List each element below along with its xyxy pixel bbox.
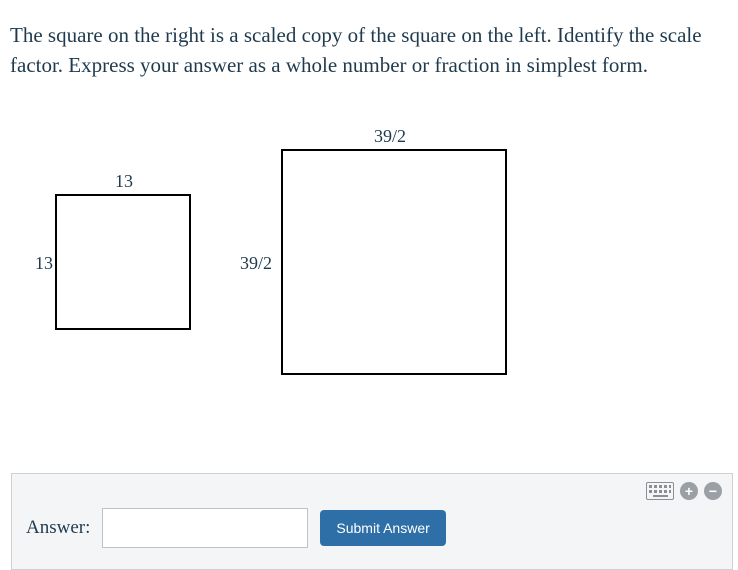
right-square-top-label: 39/2 bbox=[374, 126, 406, 147]
answer-row: Answer: Submit Answer bbox=[26, 508, 718, 548]
left-square-top-label: 13 bbox=[115, 171, 133, 192]
answer-input[interactable] bbox=[102, 508, 308, 548]
answer-panel: + − Answer: Submit Answer bbox=[11, 473, 733, 570]
right-square bbox=[281, 149, 507, 375]
keyboard-icon[interactable] bbox=[646, 482, 674, 500]
figure-area: 13 13 39/2 39/2 bbox=[0, 121, 738, 401]
tool-row: + − bbox=[646, 482, 722, 500]
question-text: The square on the right is a scaled copy… bbox=[0, 0, 738, 81]
zoom-in-icon[interactable]: + bbox=[680, 482, 698, 500]
left-square bbox=[55, 194, 191, 330]
answer-label: Answer: bbox=[26, 517, 90, 539]
submit-button[interactable]: Submit Answer bbox=[320, 510, 445, 546]
left-square-left-label: 13 bbox=[35, 253, 53, 274]
zoom-out-icon[interactable]: − bbox=[704, 482, 722, 500]
right-square-left-label: 39/2 bbox=[240, 253, 272, 274]
